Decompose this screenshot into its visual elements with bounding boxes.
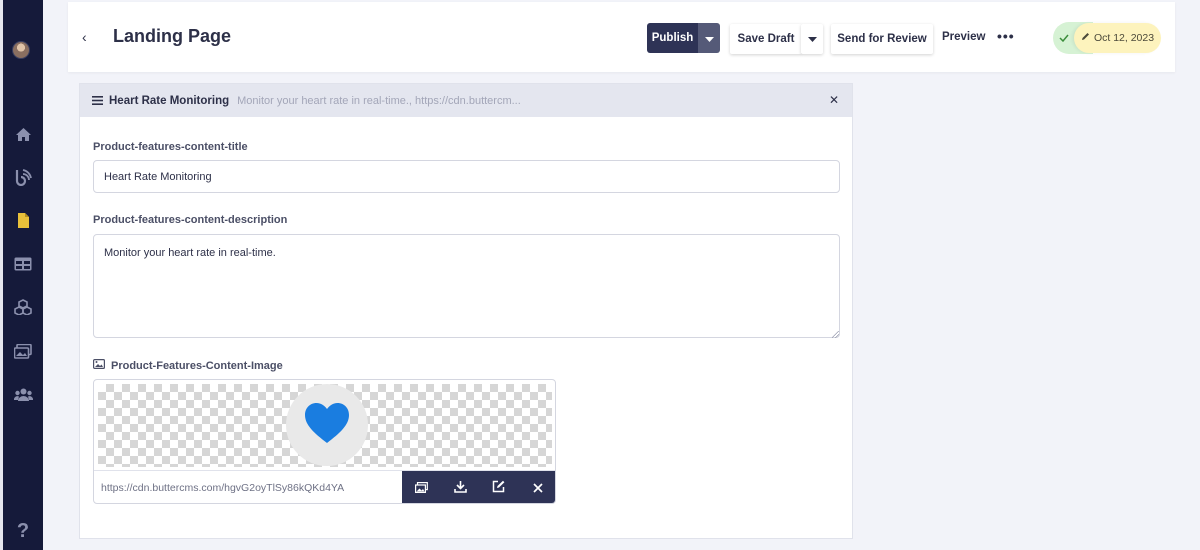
check-icon <box>1059 31 1069 45</box>
edit-icon <box>492 480 505 496</box>
sidebar-item-collections[interactable] <box>3 253 43 275</box>
sidebar-item-components[interactable] <box>3 296 43 318</box>
description-textarea[interactable]: Monitor your heart rate in real-time. <box>93 234 840 338</box>
status-draft-badge[interactable]: Oct 12, 2023 <box>1074 23 1161 53</box>
sidebar-item-home[interactable] <box>3 123 43 145</box>
preview-button[interactable]: Preview <box>942 31 985 43</box>
image-url-row: https://cdn.buttercms.com/hgvG2oyTlSy86k… <box>94 470 555 503</box>
download-image-button[interactable] <box>448 476 472 500</box>
page-title: Landing Page <box>113 26 232 46</box>
more-options-button[interactable]: ••• <box>997 28 1015 44</box>
avatar[interactable] <box>12 41 30 59</box>
caret-down-icon <box>704 29 714 47</box>
sidebar: ? <box>3 0 43 550</box>
save-draft-button[interactable]: Save Draft <box>730 24 802 54</box>
hamburger-icon[interactable] <box>92 93 103 108</box>
component-summary: Monitor your heart rate in real-time., h… <box>237 94 521 107</box>
image-field-label: Product-Features-Content-Image <box>93 359 283 372</box>
sidebar-item-media[interactable] <box>3 340 43 362</box>
users-icon <box>13 388 33 401</box>
media-icon <box>14 343 32 359</box>
download-icon <box>453 480 467 496</box>
image-url[interactable]: https://cdn.buttercms.com/hgvG2oyTlSy86k… <box>101 482 344 494</box>
close-icon <box>533 481 543 496</box>
back-button[interactable]: ‹ <box>82 29 94 45</box>
page-icon <box>17 212 30 229</box>
image-preview[interactable] <box>98 384 552 467</box>
send-for-review-button[interactable]: Send for Review <box>831 24 933 54</box>
remove-image-button[interactable] <box>526 476 550 500</box>
publish-dropdown-button[interactable] <box>698 23 720 53</box>
publish-button[interactable]: Publish <box>647 23 698 53</box>
collections-icon <box>14 257 32 271</box>
sidebar-item-users[interactable] <box>3 383 43 405</box>
publish-button-group[interactable]: Publish <box>647 23 720 53</box>
sidebar-item-blog[interactable] <box>3 166 43 188</box>
heart-icon <box>304 402 350 449</box>
image-icon <box>93 359 106 372</box>
close-component-button[interactable]: ✕ <box>829 93 839 107</box>
image-thumbnail <box>286 384 368 466</box>
pencil-icon <box>1081 32 1090 44</box>
components-icon <box>14 299 32 315</box>
gallery-icon <box>414 481 428 496</box>
caret-down-icon <box>807 33 817 45</box>
title-input[interactable] <box>93 160 840 193</box>
image-toolbar <box>402 471 555 503</box>
title-field-label: Product-features-content-title <box>93 141 248 153</box>
component-panel: Heart Rate Monitoring Monitor your heart… <box>79 83 853 539</box>
save-draft-dropdown-button[interactable] <box>801 24 823 54</box>
sidebar-item-pages[interactable] <box>3 209 43 231</box>
component-title: Heart Rate Monitoring <box>109 94 230 107</box>
textarea-resize-handle[interactable] <box>832 331 839 338</box>
component-header[interactable]: Heart Rate Monitoring Monitor your heart… <box>80 84 852 117</box>
page-header: ‹ Landing Page Publish Save Draft Send f… <box>68 2 1175 72</box>
status-date: Oct 12, 2023 <box>1093 32 1155 44</box>
home-icon <box>15 127 32 142</box>
media-library-button[interactable] <box>409 476 433 500</box>
image-field-label-text: Product-Features-Content-Image <box>111 359 283 372</box>
image-field: https://cdn.buttercms.com/hgvG2oyTlSy86k… <box>93 379 556 504</box>
blog-icon <box>14 168 32 186</box>
help-icon[interactable]: ? <box>3 518 43 544</box>
edit-image-button[interactable] <box>487 476 511 500</box>
description-field-label: Product-features-content-description <box>93 214 288 226</box>
